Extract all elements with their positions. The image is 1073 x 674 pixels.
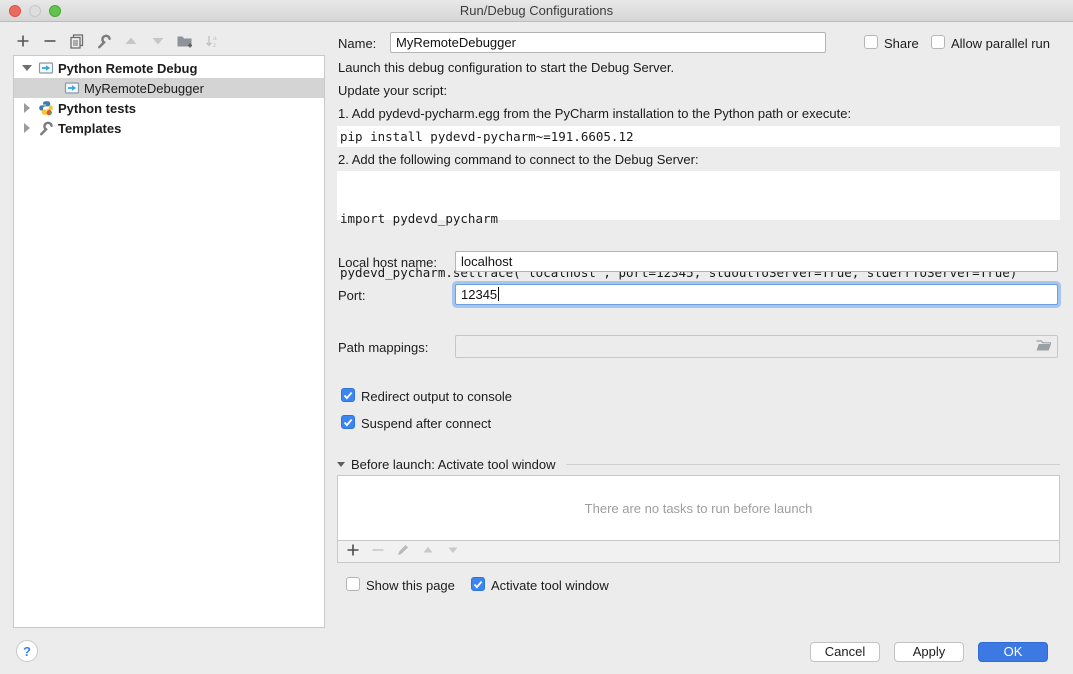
name-input[interactable] <box>390 32 826 53</box>
edit-templates-button[interactable] <box>95 33 113 51</box>
help-button[interactable]: ? <box>16 640 38 662</box>
remote-debug-config-icon <box>64 80 80 96</box>
svg-text:a: a <box>213 35 217 42</box>
remove-icon <box>42 33 58 52</box>
move-task-down-button[interactable] <box>446 543 460 560</box>
sort-configurations-button[interactable]: az <box>203 33 221 51</box>
tree-item-python-tests[interactable]: Python tests <box>14 98 324 118</box>
new-folder-icon <box>176 33 194 52</box>
show-this-page-label: Show this page <box>366 578 455 593</box>
port-label: Port: <box>338 288 365 303</box>
step1-text: 1. Add pydevd-pycharm.egg from the PyCha… <box>338 106 851 121</box>
update-script-text: Update your script: <box>338 83 447 98</box>
configurations-toolbar: az <box>14 31 221 53</box>
remove-configuration-button[interactable] <box>41 33 59 51</box>
name-label: Name: <box>338 36 376 51</box>
before-launch-title: Before launch: Activate tool window <box>351 457 556 472</box>
section-divider <box>566 464 1060 465</box>
collapse-section-icon[interactable] <box>337 462 345 467</box>
share-checkbox[interactable] <box>864 35 878 49</box>
move-task-up-button[interactable] <box>421 543 435 560</box>
titlebar: Run/Debug Configurations <box>0 0 1073 22</box>
wrench-icon <box>96 33 112 52</box>
tree-item-label: Python Remote Debug <box>58 61 197 76</box>
sort-alphabetically-icon: az <box>204 33 220 52</box>
run-debug-configurations-dialog: Run/Debug Configurations az <box>0 0 1073 674</box>
settrace-code-line1: import pydevd_pycharm <box>340 210 1060 228</box>
local-host-name-label: Local host name: <box>338 255 437 270</box>
configurations-tree: Python Remote Debug MyRemoteDebugger Pyt… <box>13 55 325 628</box>
show-this-page-checkbox[interactable] <box>346 577 360 591</box>
no-tasks-placeholder: There are no tasks to run before launch <box>585 501 813 516</box>
port-input[interactable] <box>455 284 1058 305</box>
copy-configuration-button[interactable] <box>68 33 86 51</box>
settrace-code: import pydevd_pycharm pydevd_pycharm.set… <box>337 171 1060 220</box>
redirect-output-label: Redirect output to console <box>361 389 512 404</box>
step2-text: 2. Add the following command to connect … <box>338 152 699 167</box>
svg-text:z: z <box>213 42 216 49</box>
chevron-collapsed-icon[interactable] <box>22 123 32 133</box>
remove-task-button[interactable] <box>371 543 385 560</box>
apply-button[interactable]: Apply <box>894 642 964 662</box>
suspend-after-connect-checkbox[interactable] <box>341 415 355 429</box>
tree-item-label: Templates <box>58 121 121 136</box>
tree-item-python-remote-debug[interactable]: Python Remote Debug <box>14 58 324 78</box>
path-mappings-input[interactable] <box>455 335 1058 358</box>
chevron-expanded-icon[interactable] <box>22 65 32 71</box>
tree-item-label: Python tests <box>58 101 136 116</box>
activate-tool-window-label: Activate tool window <box>491 578 609 593</box>
before-launch-toolbar <box>337 541 1060 563</box>
suspend-after-connect-label: Suspend after connect <box>361 416 491 431</box>
share-label: Share <box>884 36 919 51</box>
add-icon <box>15 33 31 52</box>
ok-button[interactable]: OK <box>978 642 1048 662</box>
tree-item-label: MyRemoteDebugger <box>84 81 204 96</box>
window-title: Run/Debug Configurations <box>0 3 1073 18</box>
tree-item-myremotedebugger[interactable]: MyRemoteDebugger <box>14 78 324 98</box>
templates-wrench-icon <box>38 120 54 136</box>
tree-item-templates[interactable]: Templates <box>14 118 324 138</box>
remote-debug-config-icon <box>38 60 54 76</box>
add-task-button[interactable] <box>346 543 360 560</box>
browse-folder-icon[interactable] <box>1035 338 1052 356</box>
text-caret <box>498 287 499 301</box>
copy-icon <box>69 33 85 52</box>
add-configuration-button[interactable] <box>14 33 32 51</box>
activate-tool-window-checkbox[interactable] <box>471 577 485 591</box>
move-up-button[interactable] <box>122 33 140 51</box>
path-mappings-label: Path mappings: <box>338 340 428 355</box>
chevron-collapsed-icon[interactable] <box>22 103 32 113</box>
cancel-button[interactable]: Cancel <box>810 642 880 662</box>
python-tests-icon <box>38 100 54 116</box>
edit-task-button[interactable] <box>396 543 410 560</box>
help-question-icon: ? <box>23 644 31 659</box>
before-launch-header[interactable]: Before launch: Activate tool window <box>337 456 1060 472</box>
before-launch-tasks-list[interactable]: There are no tasks to run before launch <box>337 475 1060 541</box>
move-up-icon <box>123 33 139 52</box>
description-text: Launch this debug configuration to start… <box>338 60 674 75</box>
redirect-output-checkbox[interactable] <box>341 388 355 402</box>
local-host-name-input[interactable] <box>455 251 1058 272</box>
new-folder-button[interactable] <box>176 33 194 51</box>
move-down-button[interactable] <box>149 33 167 51</box>
move-down-icon <box>150 33 166 52</box>
allow-parallel-run-checkbox[interactable] <box>931 35 945 49</box>
allow-parallel-run-label: Allow parallel run <box>951 36 1050 51</box>
pip-install-code: pip install pydevd-pycharm~=191.6605.12 <box>337 126 1060 147</box>
